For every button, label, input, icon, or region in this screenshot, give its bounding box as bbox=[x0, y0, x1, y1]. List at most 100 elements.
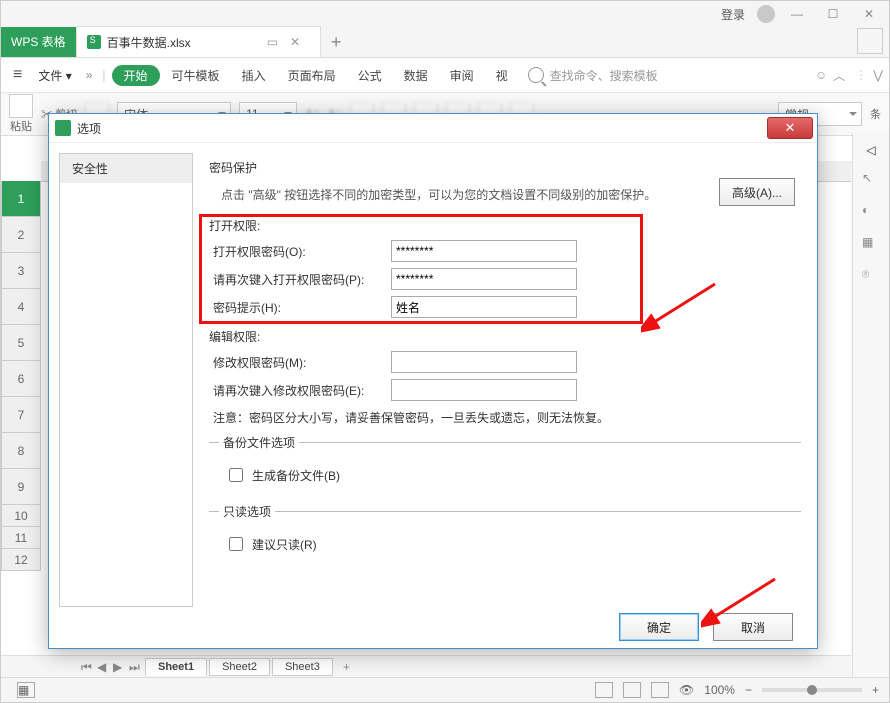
row-header[interactable]: 6 bbox=[1, 361, 41, 397]
menu-template[interactable]: 可牛模板 bbox=[162, 67, 230, 84]
advanced-button[interactable]: 高级(A)... bbox=[719, 178, 795, 206]
tool-icon[interactable]: ▦ bbox=[862, 235, 880, 253]
open-password-confirm-label: 请再次键入打开权限密码(P): bbox=[209, 271, 383, 288]
avatar-icon[interactable] bbox=[757, 5, 775, 23]
backup-checkbox[interactable] bbox=[229, 468, 243, 482]
sheet-nav-first-icon[interactable]: ⏮ bbox=[81, 660, 95, 674]
keypad-icon[interactable]: ▦ bbox=[17, 682, 35, 698]
menu-insert[interactable]: 插入 bbox=[232, 67, 276, 84]
document-tab-label: 百事牛数据.xlsx bbox=[107, 34, 191, 51]
row-header[interactable]: 12 bbox=[1, 549, 41, 571]
app-tab[interactable]: WPS 表格 bbox=[1, 27, 76, 57]
menu-view[interactable]: 视 bbox=[486, 67, 518, 84]
dialog-title: 选项 bbox=[77, 120, 101, 137]
window-list-icon[interactable] bbox=[857, 28, 883, 54]
zoom-in-button[interactable]: + bbox=[872, 683, 879, 697]
edit-password-label: 修改权限密码(M): bbox=[209, 354, 383, 371]
sheet-tab[interactable]: Sheet1 bbox=[145, 658, 207, 676]
maximize-button[interactable]: ☐ bbox=[819, 4, 847, 24]
zoom-slider[interactable] bbox=[762, 688, 862, 692]
nav-item-security[interactable]: 安全性 bbox=[60, 154, 192, 183]
edit-password-confirm-label: 请再次键入修改权限密码(E): bbox=[209, 382, 383, 399]
row-headers: 1 2 3 4 5 6 7 8 9 10 11 12 bbox=[1, 181, 41, 656]
sheet-nav-last-icon[interactable]: ⏭ bbox=[129, 660, 143, 674]
minimize-button[interactable]: — bbox=[783, 4, 811, 24]
edit-permission-group: 编辑权限: 修改权限密码(M): 请再次键入修改权限密码(E): 注意：密码区分… bbox=[209, 328, 801, 426]
dialog-footer: 确定 取消 bbox=[49, 606, 817, 648]
row-header[interactable]: 2 bbox=[1, 217, 41, 253]
menu-data[interactable]: 数据 bbox=[394, 67, 438, 84]
backup-group: 备份文件选项 生成备份文件(B) bbox=[209, 434, 801, 495]
row-header[interactable]: 4 bbox=[1, 289, 41, 325]
eye-icon[interactable]: 👁 bbox=[679, 683, 694, 697]
row-header[interactable]: 3 bbox=[1, 253, 41, 289]
new-tab-button[interactable]: + bbox=[321, 27, 351, 57]
edit-permission-legend: 编辑权限: bbox=[209, 328, 801, 345]
view-break-icon[interactable] bbox=[651, 682, 669, 698]
section-title-password: 密码保护 bbox=[209, 159, 801, 176]
open-permission-group: 打开权限: 打开权限密码(O): 请再次键入打开权限密码(P): 密码提示(H)… bbox=[209, 217, 801, 318]
view-page-icon[interactable] bbox=[623, 682, 641, 698]
sidebar-toggle-icon[interactable]: ◁ bbox=[866, 143, 875, 157]
row-header[interactable]: 5 bbox=[1, 325, 41, 361]
dialog-close-button[interactable]: ✕ bbox=[767, 117, 813, 139]
paste-icon bbox=[9, 94, 33, 118]
row-header[interactable]: 11 bbox=[1, 527, 41, 549]
menu-formula[interactable]: 公式 bbox=[348, 67, 392, 84]
menu-bar: ≡ 文件 ▾ » | 开始 可牛模板 插入 页面布局 公式 数据 审阅 视 查找… bbox=[1, 58, 889, 93]
status-bar: ▦ 👁 100% − + bbox=[1, 677, 889, 702]
sheet-nav-next-icon[interactable]: ▶ bbox=[113, 660, 127, 674]
conditional-format-button[interactable]: 条 bbox=[870, 106, 881, 122]
zoom-out-button[interactable]: − bbox=[745, 683, 752, 697]
open-password-input[interactable] bbox=[391, 240, 577, 262]
menu-overflow-icon[interactable]: » bbox=[82, 68, 97, 82]
spreadsheet-icon bbox=[87, 35, 101, 49]
right-sidebar: ◁ ↖ ◐ ▦ ⌾ bbox=[852, 133, 889, 678]
row-header[interactable]: 10 bbox=[1, 505, 41, 527]
open-password-confirm-input[interactable] bbox=[391, 268, 577, 290]
login-link[interactable]: 登录 bbox=[721, 6, 745, 23]
row-header[interactable]: 9 bbox=[1, 469, 41, 505]
dialog-titlebar[interactable]: 选项 ✕ bbox=[49, 114, 817, 143]
close-window-button[interactable]: ✕ bbox=[855, 4, 883, 24]
smiley-icon[interactable]: ☺ bbox=[815, 68, 827, 82]
sheet-nav-prev-icon[interactable]: ◀ bbox=[97, 660, 111, 674]
readonly-checkbox[interactable] bbox=[229, 537, 243, 551]
edit-password-input[interactable] bbox=[391, 351, 577, 373]
paste-button[interactable]: 粘贴 bbox=[9, 94, 33, 134]
chevron-down-icon[interactable]: ⋁ bbox=[873, 68, 883, 82]
tab-presentation-icon[interactable]: ▭ bbox=[267, 35, 278, 49]
edit-password-confirm-input[interactable] bbox=[391, 379, 577, 401]
row-header[interactable]: 7 bbox=[1, 397, 41, 433]
spreadsheet-icon bbox=[55, 120, 71, 136]
row-header[interactable]: 1 bbox=[1, 181, 41, 217]
menu-file[interactable]: 文件 ▾ bbox=[30, 67, 79, 84]
select-icon[interactable]: ↖ bbox=[862, 171, 880, 189]
row-header[interactable]: 8 bbox=[1, 433, 41, 469]
menu-page-layout[interactable]: 页面布局 bbox=[278, 67, 346, 84]
backup-checkbox-label: 生成备份文件(B) bbox=[252, 467, 340, 484]
window-titlebar: 登录 — ☐ ✕ bbox=[1, 1, 889, 27]
sheet-tab[interactable]: Sheet2 bbox=[209, 658, 270, 676]
tab-close-icon[interactable]: ✕ bbox=[290, 35, 300, 49]
menu-review[interactable]: 审阅 bbox=[440, 67, 484, 84]
zoom-value[interactable]: 100% bbox=[704, 683, 735, 697]
view-normal-icon[interactable] bbox=[595, 682, 613, 698]
add-sheet-button[interactable]: + bbox=[335, 660, 358, 674]
document-tab[interactable]: 百事牛数据.xlsx ▭ ✕ bbox=[76, 26, 321, 57]
hamburger-icon[interactable]: ≡ bbox=[7, 66, 28, 84]
open-permission-legend: 打开权限: bbox=[209, 217, 801, 234]
cancel-button[interactable]: 取消 bbox=[713, 613, 793, 641]
menu-start[interactable]: 开始 bbox=[112, 65, 160, 86]
readonly-legend: 只读选项 bbox=[219, 503, 275, 520]
sheet-tab[interactable]: Sheet3 bbox=[272, 658, 333, 676]
command-search[interactable]: 查找命令、搜索模板 bbox=[528, 67, 813, 84]
clock-icon[interactable]: ◐ bbox=[862, 203, 880, 221]
collapse-ribbon-icon[interactable]: ︿ bbox=[829, 67, 849, 84]
ok-button[interactable]: 确定 bbox=[619, 613, 699, 641]
tool-icon-2[interactable]: ⌾ bbox=[862, 267, 880, 285]
password-hint-label: 密码提示(H): bbox=[209, 299, 383, 316]
password-hint-input[interactable] bbox=[391, 296, 577, 318]
search-icon bbox=[528, 67, 544, 83]
backup-legend: 备份文件选项 bbox=[219, 434, 299, 451]
